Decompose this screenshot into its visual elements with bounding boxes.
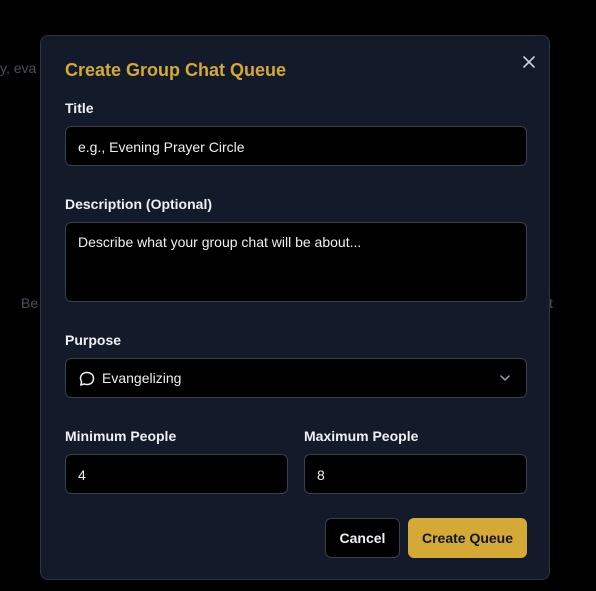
cancel-button[interactable]: Cancel	[325, 518, 400, 558]
description-label: Description (Optional)	[65, 196, 212, 212]
dialog-title: Create Group Chat Queue	[65, 60, 287, 80]
min-people-input[interactable]: 4	[65, 454, 288, 494]
description-textarea[interactable]: Describe what your group chat will be ab…	[65, 222, 527, 302]
title-input[interactable]: e.g., Evening Prayer Circle	[65, 126, 527, 166]
create-queue-button[interactable]: Create Queue	[408, 518, 527, 558]
title-input-placeholder: e.g., Evening Prayer Circle	[78, 139, 245, 155]
close-button[interactable]	[519, 52, 539, 72]
min-people-value: 4	[78, 467, 86, 483]
purpose-select[interactable]: Evangelizing	[65, 358, 527, 398]
purpose-label: Purpose	[65, 332, 122, 348]
close-icon	[523, 56, 535, 68]
max-people-input[interactable]: 8	[304, 454, 527, 494]
description-placeholder: Describe what your group chat will be ab…	[78, 234, 362, 250]
purpose-selected-value: Evangelizing	[102, 370, 182, 386]
chevron-down-icon	[500, 375, 510, 381]
create-queue-dialog: Create Group Chat Queue Title e.g., Even…	[40, 35, 550, 580]
max-people-value: 8	[317, 467, 325, 483]
chat-bubble-icon	[79, 371, 95, 386]
background-text-fragment: y, eva	[0, 60, 37, 76]
background-text-fragment: Be	[21, 295, 39, 311]
min-people-label: Minimum People	[65, 428, 177, 444]
title-label: Title	[65, 100, 94, 116]
max-people-label: Maximum People	[304, 428, 419, 444]
